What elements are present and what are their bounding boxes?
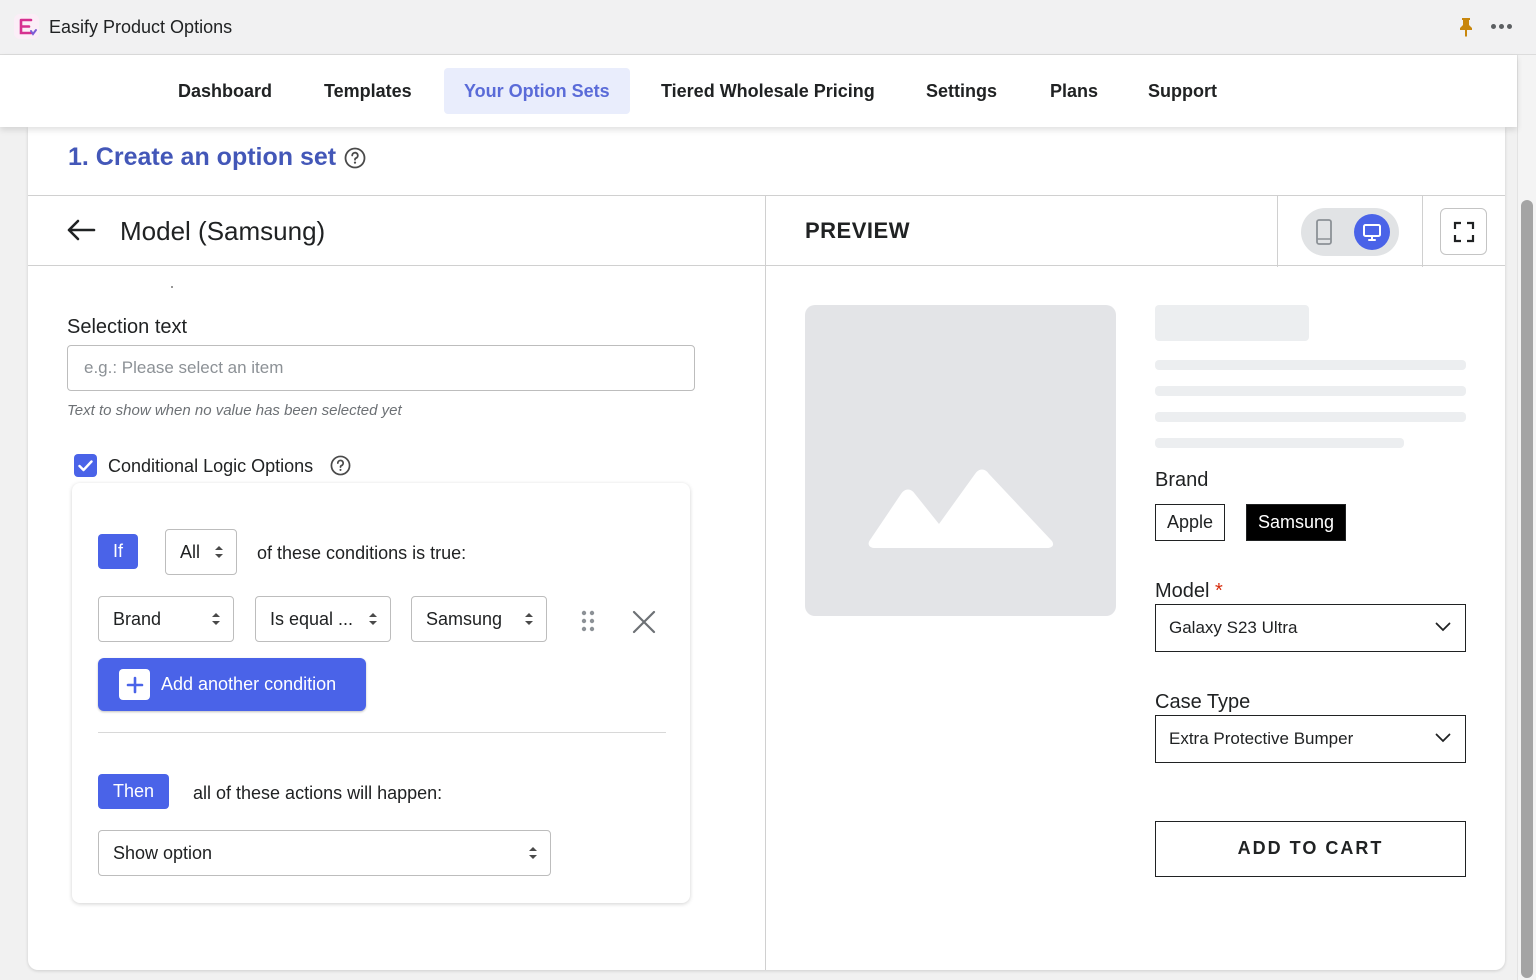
select-arrows-icon	[212, 613, 220, 625]
preview-case-label: Case Type	[1155, 691, 1251, 713]
then-text: all of these actions will happen:	[193, 783, 443, 803]
nav-tiered-wholesale-pricing[interactable]: Tiered Wholesale Pricing	[641, 68, 895, 114]
divider	[1422, 196, 1423, 267]
editor-header: Model (Samsung) PREVIEW	[28, 195, 1505, 267]
skeleton-line	[1155, 438, 1404, 448]
condition-operator-value: Is equal ...	[270, 609, 354, 629]
help-icon[interactable]	[330, 455, 351, 481]
nav-support[interactable]: Support	[1128, 68, 1237, 114]
add-condition-label: Add another condition	[161, 674, 337, 694]
back-arrow-icon[interactable]	[66, 218, 96, 247]
match-mode-select[interactable]: All	[165, 529, 237, 575]
conditional-logic-panel: If All of these conditions is true: Bran…	[72, 483, 690, 903]
close-icon[interactable]	[632, 610, 656, 639]
add-to-cart-button[interactable]: ADD TO CART	[1155, 821, 1466, 877]
preview-label: PREVIEW	[805, 218, 910, 243]
brand-swatch-apple[interactable]: Apple	[1155, 504, 1226, 541]
preview-brand-label: Brand	[1155, 469, 1209, 491]
app-logo-icon	[14, 14, 39, 39]
scrollbar-thumb[interactable]	[1521, 200, 1533, 978]
preview-model-value: Galaxy S23 Ultra	[1169, 618, 1298, 637]
preview-case-select[interactable]: Extra Protective Bumper	[1155, 715, 1466, 763]
conditional-logic-label: Conditional Logic Options	[108, 456, 314, 476]
action-value: Show option	[113, 843, 213, 863]
option-title: Model (Samsung)	[120, 216, 326, 246]
app-bar: Easify Product Options	[0, 0, 1536, 55]
if-badge: If	[98, 534, 139, 569]
select-arrows-icon	[215, 546, 223, 558]
option-set-card: 1. Create an option set Model (Samsung) …	[28, 127, 1505, 970]
nav-plans[interactable]: Plans	[1030, 68, 1118, 114]
required-mark: *	[1215, 580, 1223, 602]
product-image-placeholder	[805, 305, 1116, 616]
fullscreen-button[interactable]	[1440, 208, 1487, 255]
main-nav: Dashboard Templates Your Option Sets Tie…	[0, 55, 1517, 127]
app-title: Easify Product Options	[49, 17, 233, 37]
checkbox-check-icon	[78, 459, 93, 471]
desktop-icon[interactable]	[1354, 214, 1390, 250]
scrollbar[interactable]	[1517, 55, 1536, 980]
device-toggle	[1301, 208, 1399, 256]
selection-text-help: Text to show when no value has been sele…	[67, 402, 402, 419]
panel-divider	[765, 266, 766, 970]
divider-dot	[171, 286, 173, 288]
condition-operator-select[interactable]: Is equal ...	[255, 596, 391, 642]
drag-handle-icon[interactable]	[581, 610, 595, 637]
chevron-down-icon	[1435, 622, 1451, 632]
brand-swatch-samsung[interactable]: Samsung	[1246, 504, 1347, 541]
skeleton-line	[1155, 360, 1466, 370]
help-icon[interactable]	[344, 147, 366, 174]
condition-field-select[interactable]: Brand	[98, 596, 234, 642]
select-arrows-icon	[525, 613, 533, 625]
nav-settings[interactable]: Settings	[906, 68, 1017, 114]
nav-dashboard[interactable]: Dashboard	[158, 68, 292, 114]
conditional-logic-checkbox[interactable]	[74, 454, 97, 477]
plus-icon	[119, 669, 150, 700]
select-arrows-icon	[369, 613, 377, 625]
skeleton-title	[1155, 305, 1309, 341]
match-mode-value: All	[180, 542, 201, 562]
nav-templates[interactable]: Templates	[304, 68, 432, 114]
preview-model-select[interactable]: Galaxy S23 Ultra	[1155, 604, 1466, 652]
condition-value-select[interactable]: Samsung	[411, 596, 547, 642]
selection-text-label: Selection text	[67, 316, 188, 338]
pin-icon[interactable]	[1458, 17, 1474, 42]
action-select[interactable]: Show option	[98, 830, 551, 876]
chevron-down-icon	[1435, 733, 1451, 743]
add-condition-button[interactable]: Add another condition	[98, 658, 366, 711]
more-icon[interactable]	[1491, 24, 1512, 29]
preview-model-label: Model *	[1155, 580, 1223, 603]
divider	[1277, 196, 1278, 267]
mobile-icon[interactable]	[1315, 218, 1333, 251]
selection-text-input[interactable]	[67, 345, 695, 391]
condition-value-value: Samsung	[426, 609, 503, 629]
divider	[765, 196, 766, 267]
select-arrows-icon	[529, 847, 537, 859]
divider	[98, 732, 666, 733]
section-title: 1. Create an option set	[68, 143, 337, 171]
skeleton-line	[1155, 412, 1466, 422]
image-placeholder-icon	[868, 469, 1054, 548]
condition-field-value: Brand	[113, 609, 162, 629]
then-badge: Then	[98, 774, 170, 809]
nav-your-option-sets[interactable]: Your Option Sets	[444, 68, 630, 114]
skeleton-line	[1155, 386, 1466, 396]
preview-case-value: Extra Protective Bumper	[1169, 729, 1354, 748]
match-text: of these conditions is true:	[257, 543, 467, 563]
fullscreen-icon	[1453, 221, 1474, 242]
preview-model-label-text: Model	[1155, 580, 1210, 602]
